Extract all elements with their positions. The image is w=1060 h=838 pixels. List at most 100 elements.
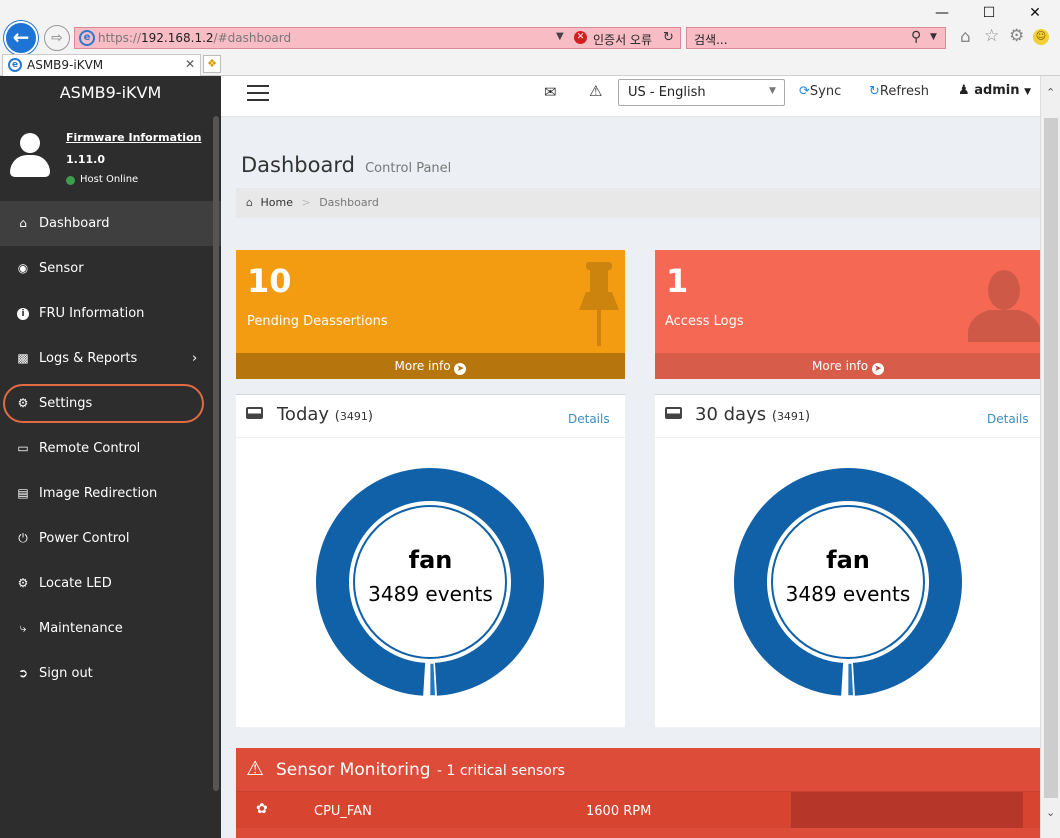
donut-top-name: fan	[826, 546, 870, 574]
stat-value: 10	[247, 262, 292, 300]
pushpin-icon	[579, 262, 619, 346]
brand-title[interactable]: ASMB9-iKVM	[0, 83, 221, 102]
forward-icon[interactable]: ⇨	[44, 25, 70, 51]
scroll-down-icon[interactable]: ⌄	[1046, 806, 1055, 819]
cert-error-label[interactable]: 인증서 오류	[593, 31, 652, 48]
refresh-label: Refresh	[879, 84, 929, 99]
sidebar-item-sign-out[interactable]: ➲ Sign out	[0, 651, 221, 696]
sidebar-item-label: Image Redirection	[39, 486, 158, 501]
details-link[interactable]: Details	[987, 412, 1029, 426]
favorites-star-icon[interactable]: ☆	[984, 26, 999, 46]
firmware-version: 1.11.0	[66, 153, 105, 166]
avatar	[10, 133, 50, 177]
arrow-circle-right-icon: ➤	[454, 363, 467, 375]
sensor-name: CPU_FAN	[314, 804, 372, 819]
minimize-icon[interactable]: —	[928, 4, 956, 22]
home-icon: ⌂	[19, 216, 27, 230]
more-info-label: More info	[812, 359, 869, 373]
breadcrumb: ⌂ Home > Dashboard	[236, 188, 1040, 218]
sidebar-item-label: FRU Information	[39, 306, 145, 321]
sidebar-item-dashboard[interactable]: ⌂ Dashboard	[0, 201, 221, 246]
tools-gear-icon[interactable]: ⚙	[1009, 26, 1024, 46]
scrollbar-thumb[interactable]	[1044, 118, 1058, 798]
donut-top-name: fan	[408, 546, 453, 574]
table-row[interactable]: ✿ CPU_FAN 1600 RPM	[236, 792, 1040, 828]
power-icon: ⏻	[18, 531, 28, 545]
details-link[interactable]: Details	[568, 412, 610, 426]
scroll-up-icon[interactable]: ⌃	[1046, 86, 1055, 99]
sidebar-item-sensor[interactable]: ◉ Sensor	[0, 246, 221, 291]
breadcrumb-current: Dashboard	[319, 196, 379, 209]
tab-close-icon[interactable]: ✕	[185, 57, 195, 71]
select-caret-icon: ▼	[769, 86, 776, 96]
sidebar-item-label: Maintenance	[39, 621, 123, 636]
sidebar-item-remote-control[interactable]: ▭ Remote Control	[0, 426, 221, 471]
sidebar-item-logs-reports[interactable]: ▩ Logs & Reports ›	[0, 336, 221, 381]
sensor-value: 1600 RPM	[586, 804, 652, 819]
donut-top-events: 3489 events	[785, 582, 911, 606]
warning-icon[interactable]: ⚠	[589, 82, 602, 100]
sidebar-item-locate-led[interactable]: ⚙ Locate LED	[0, 561, 221, 606]
search-dropdown-icon[interactable]: ▼	[930, 32, 937, 42]
panel-header: Today (3491) Details	[236, 395, 625, 438]
sidebar-item-maintenance[interactable]: ⤷ Maintenance	[0, 606, 221, 651]
sign-out-icon: ➲	[17, 666, 29, 680]
breadcrumb-home[interactable]: Home	[260, 196, 292, 209]
browser-search-box[interactable]: 검색... ⚲ ▼	[686, 27, 946, 49]
sidebar-item-label: Power Control	[39, 531, 130, 546]
dropdown-arrow-icon[interactable]: ▼	[556, 31, 564, 42]
refresh-button[interactable]: ↻Refresh	[869, 84, 929, 99]
home-browser-icon[interactable]: ⌂	[960, 27, 971, 47]
search-icon[interactable]: ⚲	[911, 29, 921, 45]
close-window-icon[interactable]: ✕	[1021, 4, 1049, 22]
more-info-link[interactable]: More info ➤	[655, 353, 1040, 379]
sensor-monitoring-header: ⚠ Sensor Monitoring - 1 critical sensors	[236, 748, 1040, 792]
more-info-link[interactable]: More info ➤	[236, 353, 625, 379]
chevron-right-icon: ›	[192, 351, 198, 366]
stat-box-pending-deassertions: 10 Pending Deassertions More info ➤	[236, 250, 625, 379]
bar-chart-icon: ▩	[17, 351, 29, 365]
tachometer-icon: ◉	[17, 261, 29, 275]
new-tab-icon[interactable]: ❖	[203, 55, 221, 73]
page-title: Dashboard	[241, 153, 355, 177]
sensor-status-block	[791, 792, 1023, 828]
event-count: 3491	[776, 410, 805, 423]
top-navbar: ✉ ⚠ US - English ▼ ⟳Sync ↻Refresh ♟ admi…	[221, 76, 1040, 117]
language-select[interactable]: US - English ▼	[618, 79, 785, 106]
reload-page-icon[interactable]: ↻	[663, 30, 674, 45]
donut-slice-other[interactable]	[428, 662, 437, 697]
url-path: /#dashboard	[213, 31, 292, 45]
firmware-info-link[interactable]: Firmware Information	[66, 131, 201, 144]
user-menu[interactable]: ♟ admin ▼	[958, 83, 1031, 98]
sidebar: ASMB9-iKVM Firmware Information 1.11.0 H…	[0, 76, 221, 838]
sensor-monitoring-title: Sensor Monitoring	[276, 760, 431, 780]
more-info-label: More info	[394, 359, 451, 373]
sidebar-scrollbar[interactable]	[213, 116, 219, 791]
maximize-icon[interactable]: ☐	[975, 4, 1003, 22]
panel-header: 30 days (3491) Details	[655, 395, 1040, 438]
sidebar-item-fru-information[interactable]: i FRU Information	[0, 291, 221, 336]
tab-ie-icon: e	[8, 58, 22, 72]
page-scrollbar[interactable]: ⌃ ⌄	[1040, 76, 1060, 838]
back-icon[interactable]: ←	[4, 21, 38, 55]
donut-slice-other[interactable]	[846, 662, 855, 697]
panel-title: 30 days	[695, 404, 767, 425]
sidebar-item-power-control[interactable]: ⏻ Power Control	[0, 516, 221, 561]
browser-tab[interactable]: e ASMB9-iKVM ✕	[2, 54, 201, 76]
drive-icon: ▤	[17, 486, 29, 500]
wrench-icon: ⤷	[19, 621, 27, 635]
sidebar-item-image-redirection[interactable]: ▤ Image Redirection	[0, 471, 221, 516]
sync-button[interactable]: ⟳Sync	[799, 84, 841, 99]
sidebar-item-label: Logs & Reports	[39, 351, 138, 366]
envelope-icon[interactable]: ✉	[544, 83, 557, 101]
smiley-icon[interactable]: ☺	[1033, 29, 1049, 45]
sidebar-item-settings[interactable]: ⚙ Settings	[0, 381, 221, 426]
user-icon: ♟	[958, 83, 970, 98]
address-bar[interactable]: e https://192.168.1.2/#dashboard ▼ ✕ 인증서…	[74, 27, 681, 49]
event-count: 3491	[339, 410, 368, 423]
inbox-icon	[246, 407, 263, 419]
warning-triangle-icon: ⚠	[246, 756, 264, 780]
cert-error-icon: ✕	[574, 31, 587, 44]
caret-down-icon: ▼	[1024, 87, 1031, 97]
hamburger-menu-icon[interactable]	[247, 85, 269, 101]
